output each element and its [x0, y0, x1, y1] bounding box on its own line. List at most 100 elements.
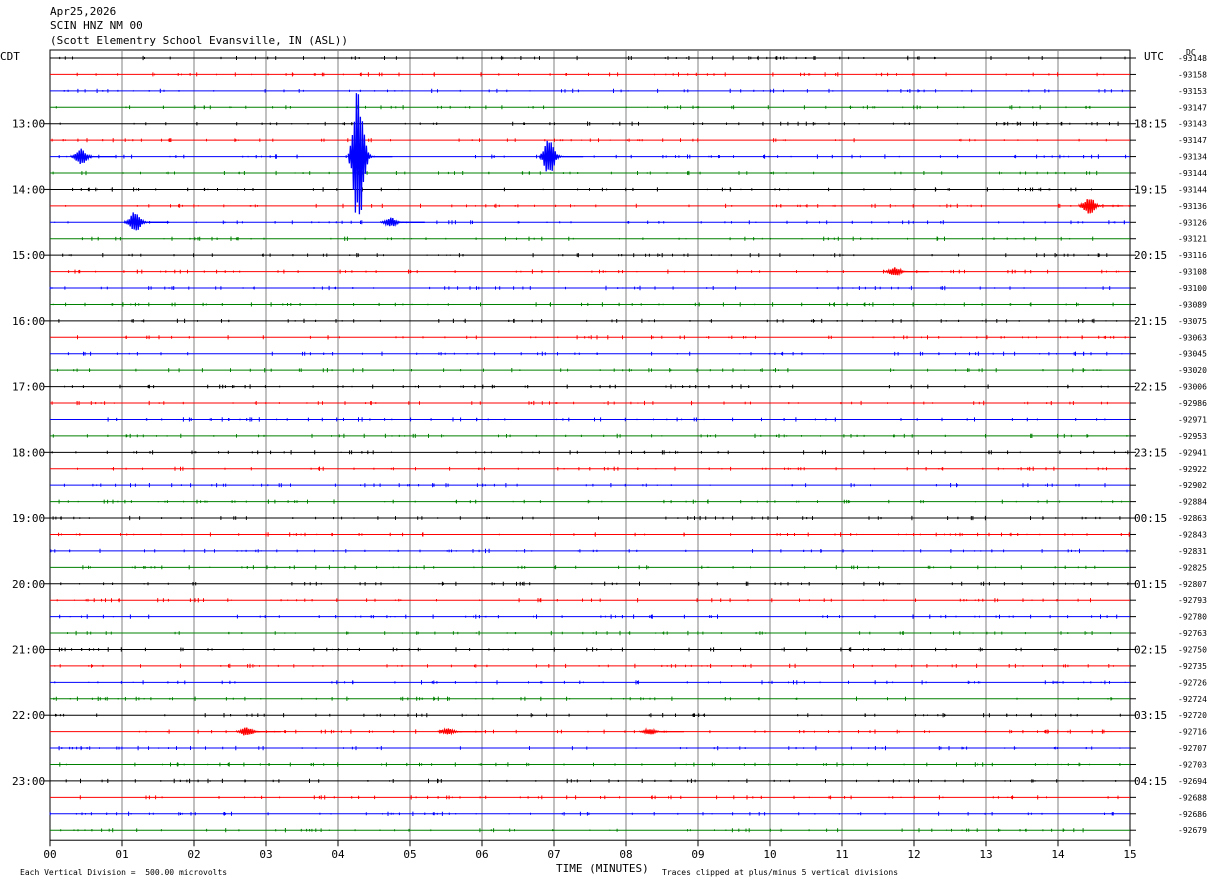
- hour-label-utc: 18:15: [1134, 118, 1167, 131]
- dc-offset-label: -92793: [1178, 596, 1207, 605]
- hour-label-cdt: 22:00: [12, 709, 45, 722]
- hour-label-utc: 03:15: [1134, 709, 1167, 722]
- dc-offset-label: -93144: [1178, 185, 1207, 194]
- x-tick-label: 14: [1051, 848, 1065, 861]
- dc-offset-label: -93006: [1178, 383, 1207, 392]
- dc-offset-label: -92686: [1178, 810, 1207, 819]
- dc-offset-label: -93045: [1178, 350, 1207, 359]
- x-tick-label: 03: [259, 848, 272, 861]
- hour-label-cdt: 18:00: [12, 446, 45, 459]
- dc-offset-label: -93100: [1178, 284, 1207, 293]
- seismic-event: [347, 93, 393, 215]
- dc-offset-label: -92720: [1178, 711, 1207, 720]
- dc-offset-label: -93075: [1178, 317, 1207, 326]
- x-tick-label: 10: [763, 848, 776, 861]
- x-axis-label: TIME (MINUTES): [556, 862, 649, 875]
- hour-label-utc: 21:15: [1134, 315, 1167, 328]
- seismic-event: [236, 727, 281, 736]
- seismic-event: [70, 148, 116, 164]
- plot-frame: [49, 49, 1131, 841]
- footnote-scale: Each Vertical Division = 500.00 microvol…: [20, 868, 228, 877]
- x-tick-label: 13: [979, 848, 992, 861]
- dc-offset-label: -92707: [1178, 744, 1207, 753]
- dc-offset-label: -93089: [1178, 300, 1207, 309]
- dc-offset-label: -93136: [1178, 202, 1207, 211]
- x-tick-label: 15: [1123, 848, 1136, 861]
- dc-offset-label: -93148: [1178, 54, 1207, 63]
- dc-offset-label: -92941: [1178, 448, 1207, 457]
- dc-offset-label: -93143: [1178, 120, 1207, 129]
- dc-offset-label: -92863: [1178, 514, 1207, 523]
- dc-offset-label: -92688: [1178, 793, 1207, 802]
- hour-label-cdt: 20:00: [12, 578, 45, 591]
- hour-label-cdt: 16:00: [12, 315, 45, 328]
- dc-offset-label: -93126: [1178, 218, 1207, 227]
- dc-offset-label: -93147: [1178, 136, 1207, 145]
- x-tick-label: 00: [43, 848, 56, 861]
- dc-offset-label: -92902: [1178, 481, 1207, 490]
- dc-offset-label: -92724: [1178, 695, 1207, 704]
- dc-offset-label: -93147: [1178, 103, 1207, 112]
- hour-label-cdt: 19:00: [12, 512, 45, 525]
- hour-label-cdt: 17:00: [12, 381, 45, 394]
- dc-offset-label: -92679: [1178, 826, 1207, 835]
- hour-label-utc: 20:15: [1134, 249, 1167, 262]
- hour-label-cdt: 15:00: [12, 249, 45, 262]
- seismic-event: [1078, 199, 1124, 214]
- dc-offset-label: -92703: [1178, 760, 1207, 769]
- dc-offset-label: -93108: [1178, 268, 1207, 277]
- dc-offset-label: -92780: [1178, 613, 1207, 622]
- dc-offset-label: -93153: [1178, 87, 1207, 96]
- dc-offset-label: -93144: [1178, 169, 1207, 178]
- x-tick-label: 06: [475, 848, 488, 861]
- hour-label-cdt: 21:00: [12, 643, 45, 656]
- x-tick-label: 11: [835, 848, 848, 861]
- hour-label-cdt: 23:00: [12, 775, 45, 788]
- dc-offset-label: -92716: [1178, 728, 1207, 737]
- dc-offset-label: -92986: [1178, 399, 1207, 408]
- hour-label-utc: 22:15: [1134, 381, 1167, 394]
- x-tick-label: 12: [907, 848, 920, 861]
- dc-offset-label: -92726: [1178, 678, 1207, 687]
- hour-label-cdt: 13:00: [12, 118, 45, 131]
- dc-offset-label: -92694: [1178, 777, 1207, 786]
- x-tick-label: 07: [547, 848, 560, 861]
- dc-offset-label: -92922: [1178, 465, 1207, 474]
- seismic-event: [639, 727, 684, 735]
- x-tick-label: 08: [619, 848, 632, 861]
- dc-offset-label: -92831: [1178, 547, 1207, 556]
- dc-offset-label: -92763: [1178, 629, 1207, 638]
- hour-label-utc: 02:15: [1134, 643, 1167, 656]
- hour-label-utc: 01:15: [1134, 578, 1167, 591]
- dc-offset-label: -93020: [1178, 366, 1207, 375]
- dc-offset-label: -92884: [1178, 498, 1207, 507]
- dc-offset-label: -93158: [1178, 70, 1207, 79]
- hour-label-cdt: 14:00: [12, 183, 45, 196]
- dc-offset-label: -92750: [1178, 645, 1207, 654]
- dc-offset-label: -92843: [1178, 530, 1207, 539]
- dc-offset-label: -92971: [1178, 415, 1207, 424]
- seismic-event: [437, 727, 483, 736]
- x-tick-label: 04: [331, 848, 345, 861]
- dc-offset-label: -92735: [1178, 662, 1207, 671]
- x-tick-label: 02: [187, 848, 200, 861]
- dc-offset-label: -93063: [1178, 333, 1207, 342]
- hour-label-utc: 19:15: [1134, 183, 1167, 196]
- seismic-event: [380, 217, 425, 227]
- dc-offset-label: -93116: [1178, 251, 1207, 260]
- footnote-clip: Traces clipped at plus/minus 5 vertical …: [662, 868, 899, 877]
- x-tick-label: 05: [403, 848, 416, 861]
- dc-offset-label: -93134: [1178, 153, 1207, 162]
- dc-offset-label: -92807: [1178, 580, 1207, 589]
- dc-offset-label: -92825: [1178, 563, 1207, 572]
- hour-label-utc: 23:15: [1134, 446, 1167, 459]
- seismic-event: [884, 267, 929, 276]
- dc-offset-label: -92953: [1178, 432, 1207, 441]
- x-tick-label: 01: [115, 848, 128, 861]
- dc-offset-label: -93121: [1178, 235, 1207, 244]
- hour-label-utc: 04:15: [1134, 775, 1167, 788]
- hour-label-utc: 00:15: [1134, 512, 1167, 525]
- x-tick-label: 09: [691, 848, 704, 861]
- seismic-event: [538, 140, 584, 172]
- seismic-event: [124, 212, 170, 231]
